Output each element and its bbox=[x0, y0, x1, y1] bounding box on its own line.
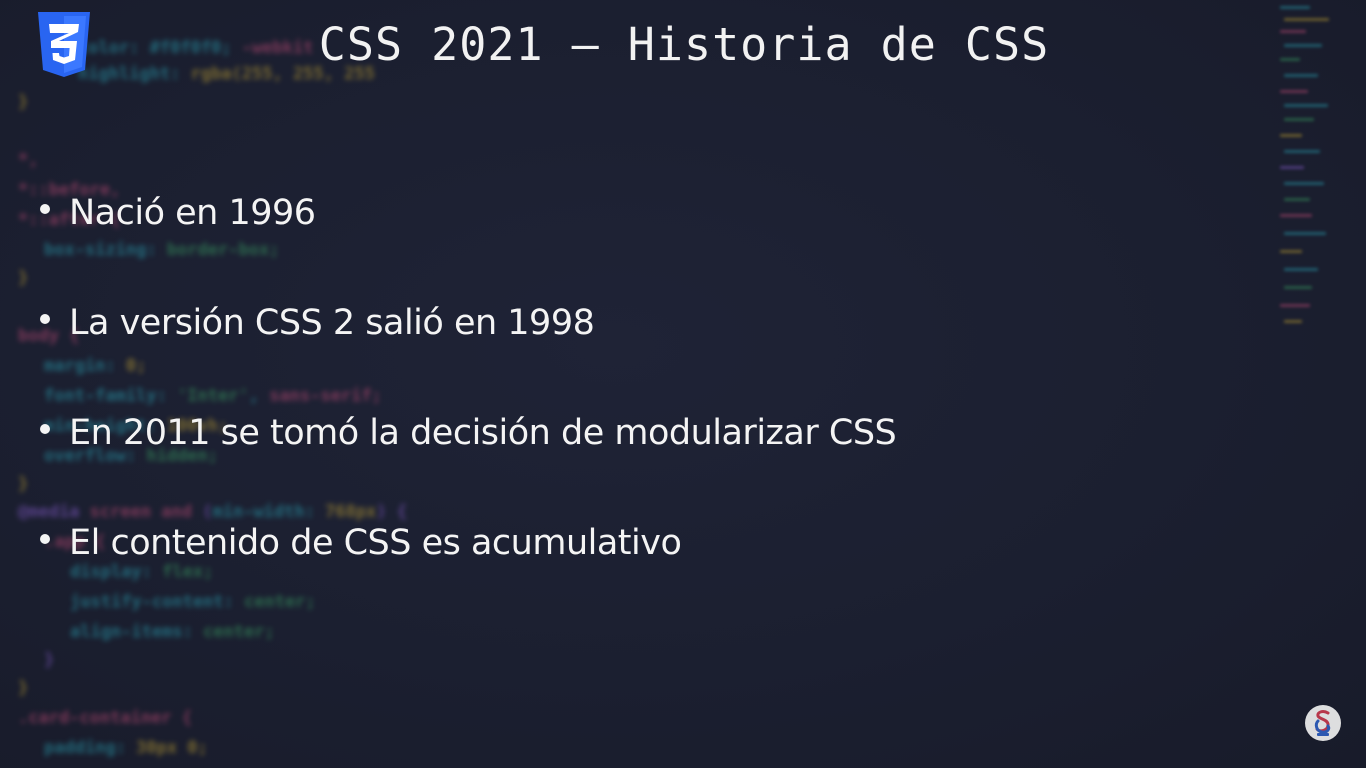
bullet-list: Nació en 1996 La versión CSS 2 salió en … bbox=[40, 188, 897, 628]
bullet-dot-icon bbox=[40, 314, 50, 324]
bullet-dot-icon bbox=[40, 534, 50, 544]
bullet-text: La versión CSS 2 salió en 1998 bbox=[69, 303, 595, 343]
bullet-text: En 2011 se tomó la decisión de modulariz… bbox=[69, 413, 897, 453]
slide: color: #f0f0f0; -webkit highlight: rgba(… bbox=[0, 0, 1366, 768]
channel-watermark-icon[interactable] bbox=[1305, 705, 1341, 741]
bullet-dot-icon bbox=[40, 204, 50, 214]
bullet-item: El contenido de CSS es acumulativo bbox=[40, 518, 896, 628]
bullet-item: La versión CSS 2 salió en 1998 bbox=[40, 298, 896, 408]
bullet-dot-icon bbox=[40, 424, 50, 434]
slide-title: CSS 2021 – Historia de CSS bbox=[0, 18, 1366, 71]
bullet-text: Nació en 1996 bbox=[69, 193, 316, 233]
slide-title-text: CSS 2021 – Historia de CSS bbox=[318, 18, 1050, 71]
bullet-item: Nació en 1996 bbox=[40, 188, 896, 298]
bullet-text: El contenido de CSS es acumulativo bbox=[69, 523, 682, 563]
bullet-item: En 2011 se tomó la decisión de modulariz… bbox=[40, 408, 897, 518]
